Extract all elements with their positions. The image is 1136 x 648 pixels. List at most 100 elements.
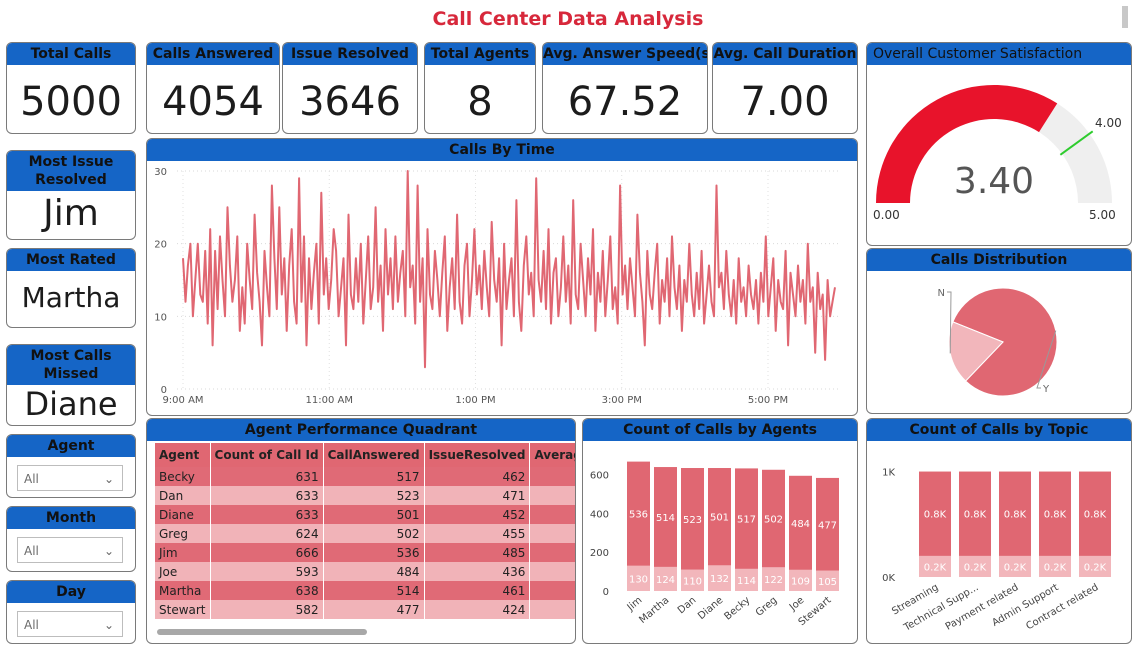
series-line	[182, 170, 836, 369]
kpi-total-calls: Total Calls 5000	[6, 42, 136, 134]
calls-by-topic-chart[interactable]: 0K1K0.8K0.2KStreaming0.8K0.2KTechnical S…	[867, 441, 1132, 644]
table-row[interactable]: Martha 638 514 461	[155, 581, 575, 600]
kpi-avg-call-duration: Avg. Call Duration 7.00	[712, 42, 858, 134]
card-most-rated: Most Rated Martha	[6, 248, 136, 328]
kpi-label: Calls Answered	[147, 43, 279, 65]
calls-by-agents-chart[interactable]: 0 200 400 600 536 130 Jim 514 124 Martha 523 110 Dan…	[583, 441, 858, 644]
data-label: 122	[764, 575, 783, 586]
agent-performance-card: Agent Performance Quadrant Agent Count of…	[146, 418, 576, 644]
kpi-value: 3646	[299, 79, 401, 125]
pie-label: N	[938, 288, 945, 299]
table-cell	[529, 524, 575, 543]
table-row[interactable]: Joe 593 484 436	[155, 562, 575, 581]
table-cell: 477	[323, 600, 425, 619]
column-header[interactable]: CallAnswered	[323, 443, 425, 467]
slicer-label: Day	[7, 581, 135, 603]
card-label: Most Issue Resolved	[7, 151, 135, 191]
table-cell: 514	[323, 581, 425, 600]
table-cell	[529, 543, 575, 562]
table-cell: 624	[210, 524, 324, 543]
table-row[interactable]: Stewart 582 477 424	[155, 600, 575, 619]
slicer-day: Day All ⌄	[6, 580, 136, 644]
y-tick-label: 400	[590, 509, 609, 520]
data-label: 109	[791, 576, 810, 587]
dropdown-value: All	[24, 618, 39, 632]
x-tick-label: 11:00 AM	[306, 395, 353, 406]
table-cell	[529, 581, 575, 600]
chevron-down-icon[interactable]: ⌄	[104, 612, 114, 638]
satisfaction-gauge[interactable]: 3.40 0.00 5.00 4.00	[867, 65, 1132, 246]
scrollbar[interactable]	[1122, 6, 1128, 28]
column-header[interactable]: Average of AvgC	[529, 443, 575, 467]
x-tick-label: Martha	[637, 595, 671, 626]
table-cell: Dan	[155, 486, 211, 505]
x-tick-label: 9:00 AM	[162, 395, 203, 406]
horizontal-scrollbar[interactable]	[157, 629, 367, 635]
kpi-avg-answer-speed: Avg. Answer Speed(s) 67.52	[542, 42, 708, 134]
chart-title: Calls Distribution	[867, 249, 1131, 271]
data-label: 536	[629, 510, 648, 521]
gauge-value: 3.40	[954, 161, 1034, 202]
data-label: 0.8K	[924, 510, 947, 521]
gauge-card: Overall Customer Satisfaction 3.40 0.00 …	[866, 42, 1132, 246]
kpi-value: 7.00	[740, 79, 830, 125]
calls-by-time-chart[interactable]: 01020309:00 AM 11:00 AM 1:00 PM 3:00 PM 5:00…	[147, 161, 858, 416]
kpi-label: Total Agents	[425, 43, 535, 65]
column-header[interactable]: IssueResolved	[424, 443, 531, 467]
table-row[interactable]: Becky 631 517 462	[155, 467, 575, 486]
kpi-issue-resolved: Issue Resolved 3646	[282, 42, 418, 134]
table-row[interactable]: Diane 633 501 452	[155, 505, 575, 524]
kpi-value: 8	[467, 79, 493, 125]
kpi-label: Issue Resolved	[283, 43, 417, 65]
table-cell	[529, 505, 575, 524]
day-dropdown[interactable]: All ⌄	[17, 611, 123, 637]
data-label: 484	[791, 519, 810, 530]
table-cell: Greg	[155, 524, 211, 543]
data-label: 0.2K	[1044, 562, 1067, 573]
x-tick-label: Jim	[625, 595, 645, 614]
kpi-label: Total Calls	[7, 43, 135, 65]
table-cell: 455	[424, 524, 531, 543]
card-label: Most Rated	[7, 249, 135, 271]
table-row[interactable]: Dan 633 523 471	[155, 486, 575, 505]
x-tick-label: Diane	[696, 595, 725, 622]
card-most-issue-resolved: Most Issue Resolved Jim	[6, 150, 136, 240]
chevron-down-icon[interactable]: ⌄	[104, 466, 114, 492]
data-label: 0.2K	[1084, 562, 1107, 573]
data-label: 0.8K	[1084, 510, 1107, 521]
calls-distribution-card: Calls Distribution YN	[866, 248, 1132, 414]
table-cell: 666	[210, 543, 324, 562]
data-label: 0.2K	[1004, 562, 1027, 573]
column-header[interactable]: Agent	[155, 443, 211, 467]
agent-dropdown[interactable]: All ⌄	[17, 465, 123, 491]
table-cell: 485	[424, 543, 531, 562]
month-dropdown[interactable]: All ⌄	[17, 537, 123, 563]
y-tick-label: 1K	[882, 468, 895, 479]
calls-distribution-pie[interactable]: YN	[867, 271, 1132, 414]
chart-title: Calls By Time	[147, 139, 857, 161]
table-cell: Diane	[155, 505, 211, 524]
slicer-agent: Agent All ⌄	[6, 434, 136, 498]
chevron-down-icon[interactable]: ⌄	[104, 538, 114, 564]
gauge-max-label: 5.00	[1089, 208, 1116, 222]
x-tick-label: Becky	[722, 595, 752, 623]
card-label: Most Calls Missed	[7, 345, 135, 385]
table-cell: Stewart	[155, 600, 211, 619]
data-label: 132	[710, 574, 729, 585]
x-tick-label: 5:00 PM	[748, 395, 788, 406]
calls-by-time-card: Calls By Time 0 10 20 30 9:00 AM 11:00 AM 1:00…	[146, 138, 858, 416]
x-tick-label: 1:00 PM	[455, 395, 495, 406]
y-tick-label: 0K	[882, 573, 895, 584]
data-label: 517	[737, 515, 756, 526]
y-tick-label: 600	[590, 470, 609, 481]
column-header[interactable]: Count of Call Id	[210, 443, 324, 467]
table-cell: 461	[424, 581, 531, 600]
table-cell: 502	[323, 524, 425, 543]
data-label: 523	[683, 515, 702, 526]
table-cell: 638	[210, 581, 324, 600]
table-cell: 501	[323, 505, 425, 524]
x-tick-label: Payment related	[944, 582, 1021, 633]
table-row[interactable]: Jim 666 536 485	[155, 543, 575, 562]
chart-title: Overall Customer Satisfaction	[867, 43, 1131, 65]
table-row[interactable]: Greg 624 502 455	[155, 524, 575, 543]
